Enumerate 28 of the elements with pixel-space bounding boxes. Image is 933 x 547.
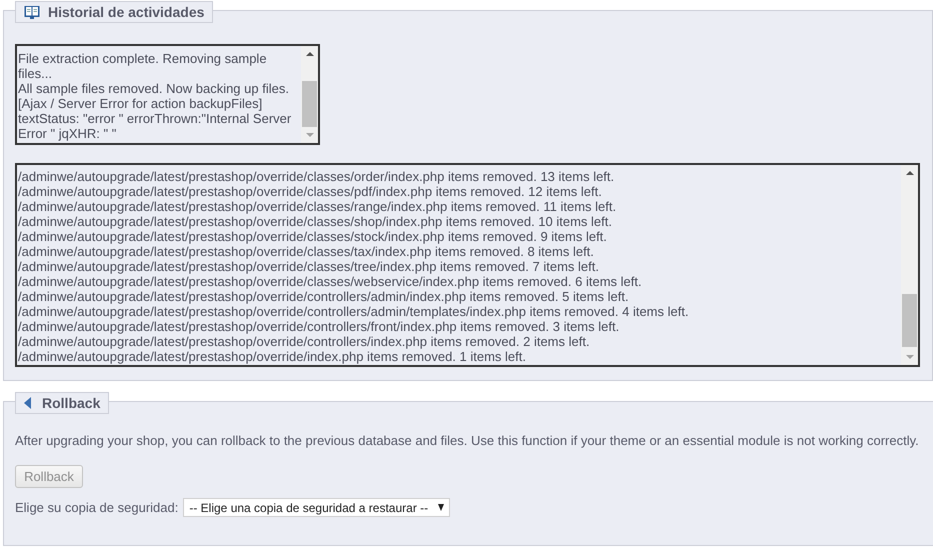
scrollbar[interactable]: [901, 165, 918, 365]
log-line: /adminwe/autoupgrade/latest/prestashop/override/classes/tree/index.php items removed. 7 items left.: [18, 259, 600, 274]
log-line: /adminwe/autoupgrade/latest/prestashop/override/controllers/front/index.php items removed. 3 items left.: [18, 319, 620, 334]
log-line: /adminwe/autoupgrade/latest/prestashop/override/classes/stock/index.php items removed. 9 items left.: [18, 229, 608, 244]
log-line: /adminwe/autoupgrade/latest/prestashop/override/classes/tax/index.php items removed. 8 items left.: [18, 244, 595, 259]
log-line: /adminwe/autoupgrade/latest/prestashop/override/controllers/admin/templates/index.php items removed. 4 items left.: [18, 304, 690, 319]
log-line: /adminwe/autoupgrade/latest/prestashop/override/classes/webservice/index.php items removed. 6 items left.: [18, 274, 643, 289]
log-line: /adminwe/autoupgrade/latest/prestashop/override/controllers/index.php items removed. 2 items left.: [18, 334, 591, 349]
log-line: /adminwe/autoupgrade/latest/prestashop/override/index.php items removed. 1 items left.: [18, 349, 527, 364]
log-line: File extraction complete. Removing sample files...: [18, 51, 268, 81]
backup-select[interactable]: -- Elige una copia de seguridad a restaurar --: [183, 498, 450, 517]
book-icon: [24, 5, 40, 19]
log-line: /adminwe/autoupgrade/latest/prestashop/override/classes/pdf/index.php items removed. 12 items left.: [18, 184, 603, 199]
panel-title: Historial de actividades: [15, 1, 214, 23]
triangle-left-icon: [24, 397, 32, 409]
panel-title: Rollback: [15, 392, 110, 414]
log-line: /adminwe/autoupgrade/latest/prestashop/override/classes/order/index.php items removed. 13 items left.: [18, 169, 616, 184]
caret-icon: [438, 504, 444, 511]
log-line: /adminwe/autoupgrade/latest/prestashop/override/controllers/admin/index.php items removed. 5 items left.: [18, 289, 630, 304]
log-box[interactable]: [15, 44, 320, 145]
log-line: /adminwe/autoupgrade/latest/prestashop/override/classes/shop/index.php items removed. 10 items left.: [18, 214, 613, 229]
log-line: All sample files removed. Now backing up files.: [18, 81, 290, 96]
select-label: Elige su copia de seguridad:: [15, 500, 178, 515]
log-line: [Ajax / Server Error for action backupFiles] textStatus: "error " errorThrown:"Internal Server Error " jqXHR: " ": [18, 96, 292, 141]
description-text: After upgrading your shop, you can rollback to the previous database and files. Use this function if your theme or an essential module is not working correctly.: [15, 433, 920, 448]
log-line: /adminwe/autoupgrade/latest/prestashop/override/classes/range/index.php items removed. 11 items left.: [18, 199, 618, 214]
log-box[interactable]: [15, 163, 920, 367]
scrollbar[interactable]: [301, 46, 318, 143]
